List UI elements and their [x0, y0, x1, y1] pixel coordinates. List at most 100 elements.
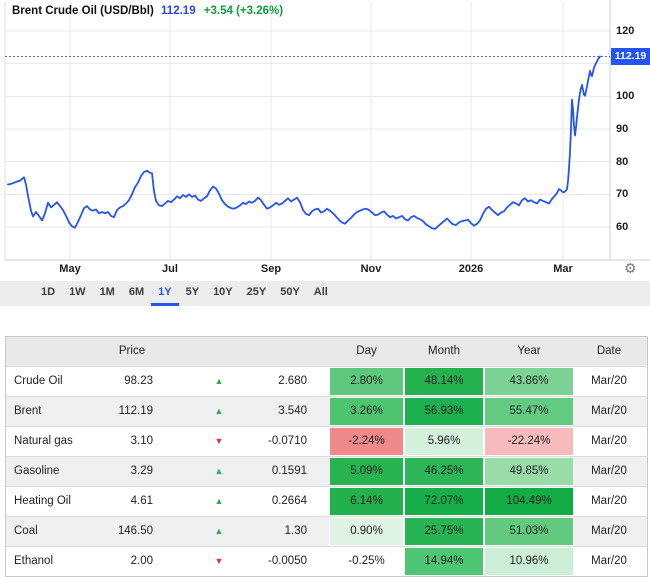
y-axis-tick: 80 [616, 156, 628, 168]
range-button-50y[interactable]: 50Y [273, 281, 307, 306]
price-line-series [8, 57, 600, 230]
column-header-year[interactable]: Year [484, 337, 574, 366]
month-percent-cell: 56.93% [404, 397, 484, 426]
table-row[interactable]: Brent112.19▲3.540 3.26%56.93%55.47%Mar/20 [6, 396, 647, 426]
up-arrow-icon: ▲ [153, 487, 263, 516]
table-row[interactable]: Crude Oil98.23▲2.6802.80%48.14%43.86%Mar… [6, 366, 647, 396]
column-header-month[interactable]: Month [404, 337, 484, 366]
commodity-link[interactable]: Gasoline [6, 457, 111, 486]
table-row[interactable]: Gasoline3.29▲0.15915.09%46.25%49.85%Mar/… [6, 456, 647, 486]
commodity-link[interactable]: Coal [6, 517, 111, 546]
chart-header: Brent Crude Oil (USD/Bbl) 112.19 +3.54 (… [12, 5, 283, 17]
y-axis-tick: 70 [616, 188, 628, 200]
down-arrow-icon: ▼ [153, 547, 263, 576]
date-cell: Mar/20 [574, 457, 644, 486]
price-chart-widget: Brent Crude Oil (USD/Bbl) 112.19 +3.54 (… [0, 0, 650, 306]
table-row[interactable]: Ethanol2.00▼-0.0050-0.25%14.94%10.96%Mar… [6, 546, 647, 576]
range-button-1w[interactable]: 1W [62, 281, 93, 306]
month-percent-cell: 46.25% [404, 457, 484, 486]
commodity-link[interactable]: Natural gas [6, 427, 111, 456]
spacer-cell [309, 457, 329, 486]
range-button-1y[interactable]: 1Y [151, 281, 178, 306]
range-button-6m[interactable]: 6M [122, 281, 151, 306]
month-percent-cell: 14.94% [404, 547, 484, 576]
day-percent-cell: 5.09% [329, 457, 404, 486]
column-header-spacer [263, 337, 309, 366]
date-cell: Mar/20 [574, 367, 644, 396]
range-button-10y[interactable]: 10Y [206, 281, 240, 306]
day-percent-cell: -2.24% [329, 427, 404, 456]
commodity-link[interactable]: Brent [6, 397, 111, 426]
day-percent-cell: -0.25% [329, 547, 404, 576]
date-cell: Mar/20 [574, 397, 644, 426]
change-value: 1.30 [263, 517, 309, 546]
price-value: 4.61 [111, 487, 153, 516]
year-percent-cell: 43.86% [484, 367, 574, 396]
price-value: 112.19 [111, 397, 153, 426]
column-header-price[interactable]: Price [111, 337, 153, 366]
price-value: 3.29 [111, 457, 153, 486]
change-value: -0.0710 [263, 427, 309, 456]
commodities-table: PriceDayMonthYearDateCrude Oil98.23▲2.68… [5, 336, 648, 577]
day-percent-cell: 3.26% [329, 397, 404, 426]
date-cell: Mar/20 [574, 517, 644, 546]
last-price-tag: 112.19 [611, 48, 650, 65]
table-row[interactable]: Coal146.50▲1.300.90%25.75%51.03%Mar/20 [6, 516, 647, 546]
x-axis-tick: Sep [261, 263, 281, 275]
range-button-5y[interactable]: 5Y [179, 281, 206, 306]
month-percent-cell: 72.07% [404, 487, 484, 516]
markets-widget: { "header": { "title": "Brent Crude Oil … [0, 0, 650, 574]
spacer-cell [309, 547, 329, 576]
year-percent-cell: 55.47% [484, 397, 574, 426]
change-value: 2.680 [263, 367, 309, 396]
column-header-day[interactable]: Day [329, 337, 404, 366]
month-percent-cell: 5.96% [404, 427, 484, 456]
up-arrow-icon: ▲ [153, 457, 263, 486]
commodity-link[interactable]: Ethanol [6, 547, 111, 576]
gear-icon[interactable]: ⚙ [624, 260, 637, 276]
column-header-spacer [6, 337, 111, 366]
x-axis-tick: Mar [553, 263, 573, 275]
change-value: 3.540 [263, 397, 309, 426]
column-header-spacer [309, 337, 329, 366]
date-cell: Mar/20 [574, 547, 644, 576]
range-button-1m[interactable]: 1M [93, 281, 122, 306]
change-value: -0.0050 [263, 547, 309, 576]
spacer-cell [309, 517, 329, 546]
range-button-1d[interactable]: 1D [34, 281, 62, 306]
column-header-date[interactable]: Date [574, 337, 644, 366]
year-percent-cell: 49.85% [484, 457, 574, 486]
year-percent-cell: -22.24% [484, 427, 574, 456]
price-value: 146.50 [111, 517, 153, 546]
range-selector-bar: 1D1W1M6M1Y5Y10Y25Y50YAll [0, 281, 650, 306]
up-arrow-icon: ▲ [153, 397, 263, 426]
spacer-cell [309, 487, 329, 516]
date-cell: Mar/20 [574, 487, 644, 516]
down-arrow-icon: ▼ [153, 427, 263, 456]
y-axis-tick: 90 [616, 123, 628, 135]
year-percent-cell: 10.96% [484, 547, 574, 576]
x-axis-tick: Nov [361, 263, 382, 275]
range-button-25y[interactable]: 25Y [240, 281, 274, 306]
price-change-text: +3.54 (+3.26%) [204, 5, 283, 17]
spacer-cell [309, 427, 329, 456]
year-percent-cell: 51.03% [484, 517, 574, 546]
commodity-link[interactable]: Crude Oil [6, 367, 111, 396]
day-percent-cell: 6.14% [329, 487, 404, 516]
line-chart[interactable] [0, 0, 650, 280]
x-axis-tick: Jul [162, 263, 178, 275]
day-percent-cell: 0.90% [329, 517, 404, 546]
up-arrow-icon: ▲ [153, 517, 263, 546]
month-percent-cell: 48.14% [404, 367, 484, 396]
table-row[interactable]: Heating Oil4.61▲0.26646.14%72.07%104.49%… [6, 486, 647, 516]
change-value: 0.2664 [263, 487, 309, 516]
commodity-link[interactable]: Heating Oil [6, 487, 111, 516]
column-header-spacer [153, 337, 263, 366]
price-value: 98.23 [111, 367, 153, 396]
price-value: 3.10 [111, 427, 153, 456]
range-button-all[interactable]: All [307, 281, 335, 306]
table-row[interactable]: Natural gas3.10▼-0.0710 -2.24%5.96%-22.24… [6, 426, 647, 456]
date-cell: Mar/20 [574, 427, 644, 456]
y-axis-tick: 120 [616, 25, 634, 37]
table-header-row: Price DayMonthYearDate [6, 337, 647, 366]
